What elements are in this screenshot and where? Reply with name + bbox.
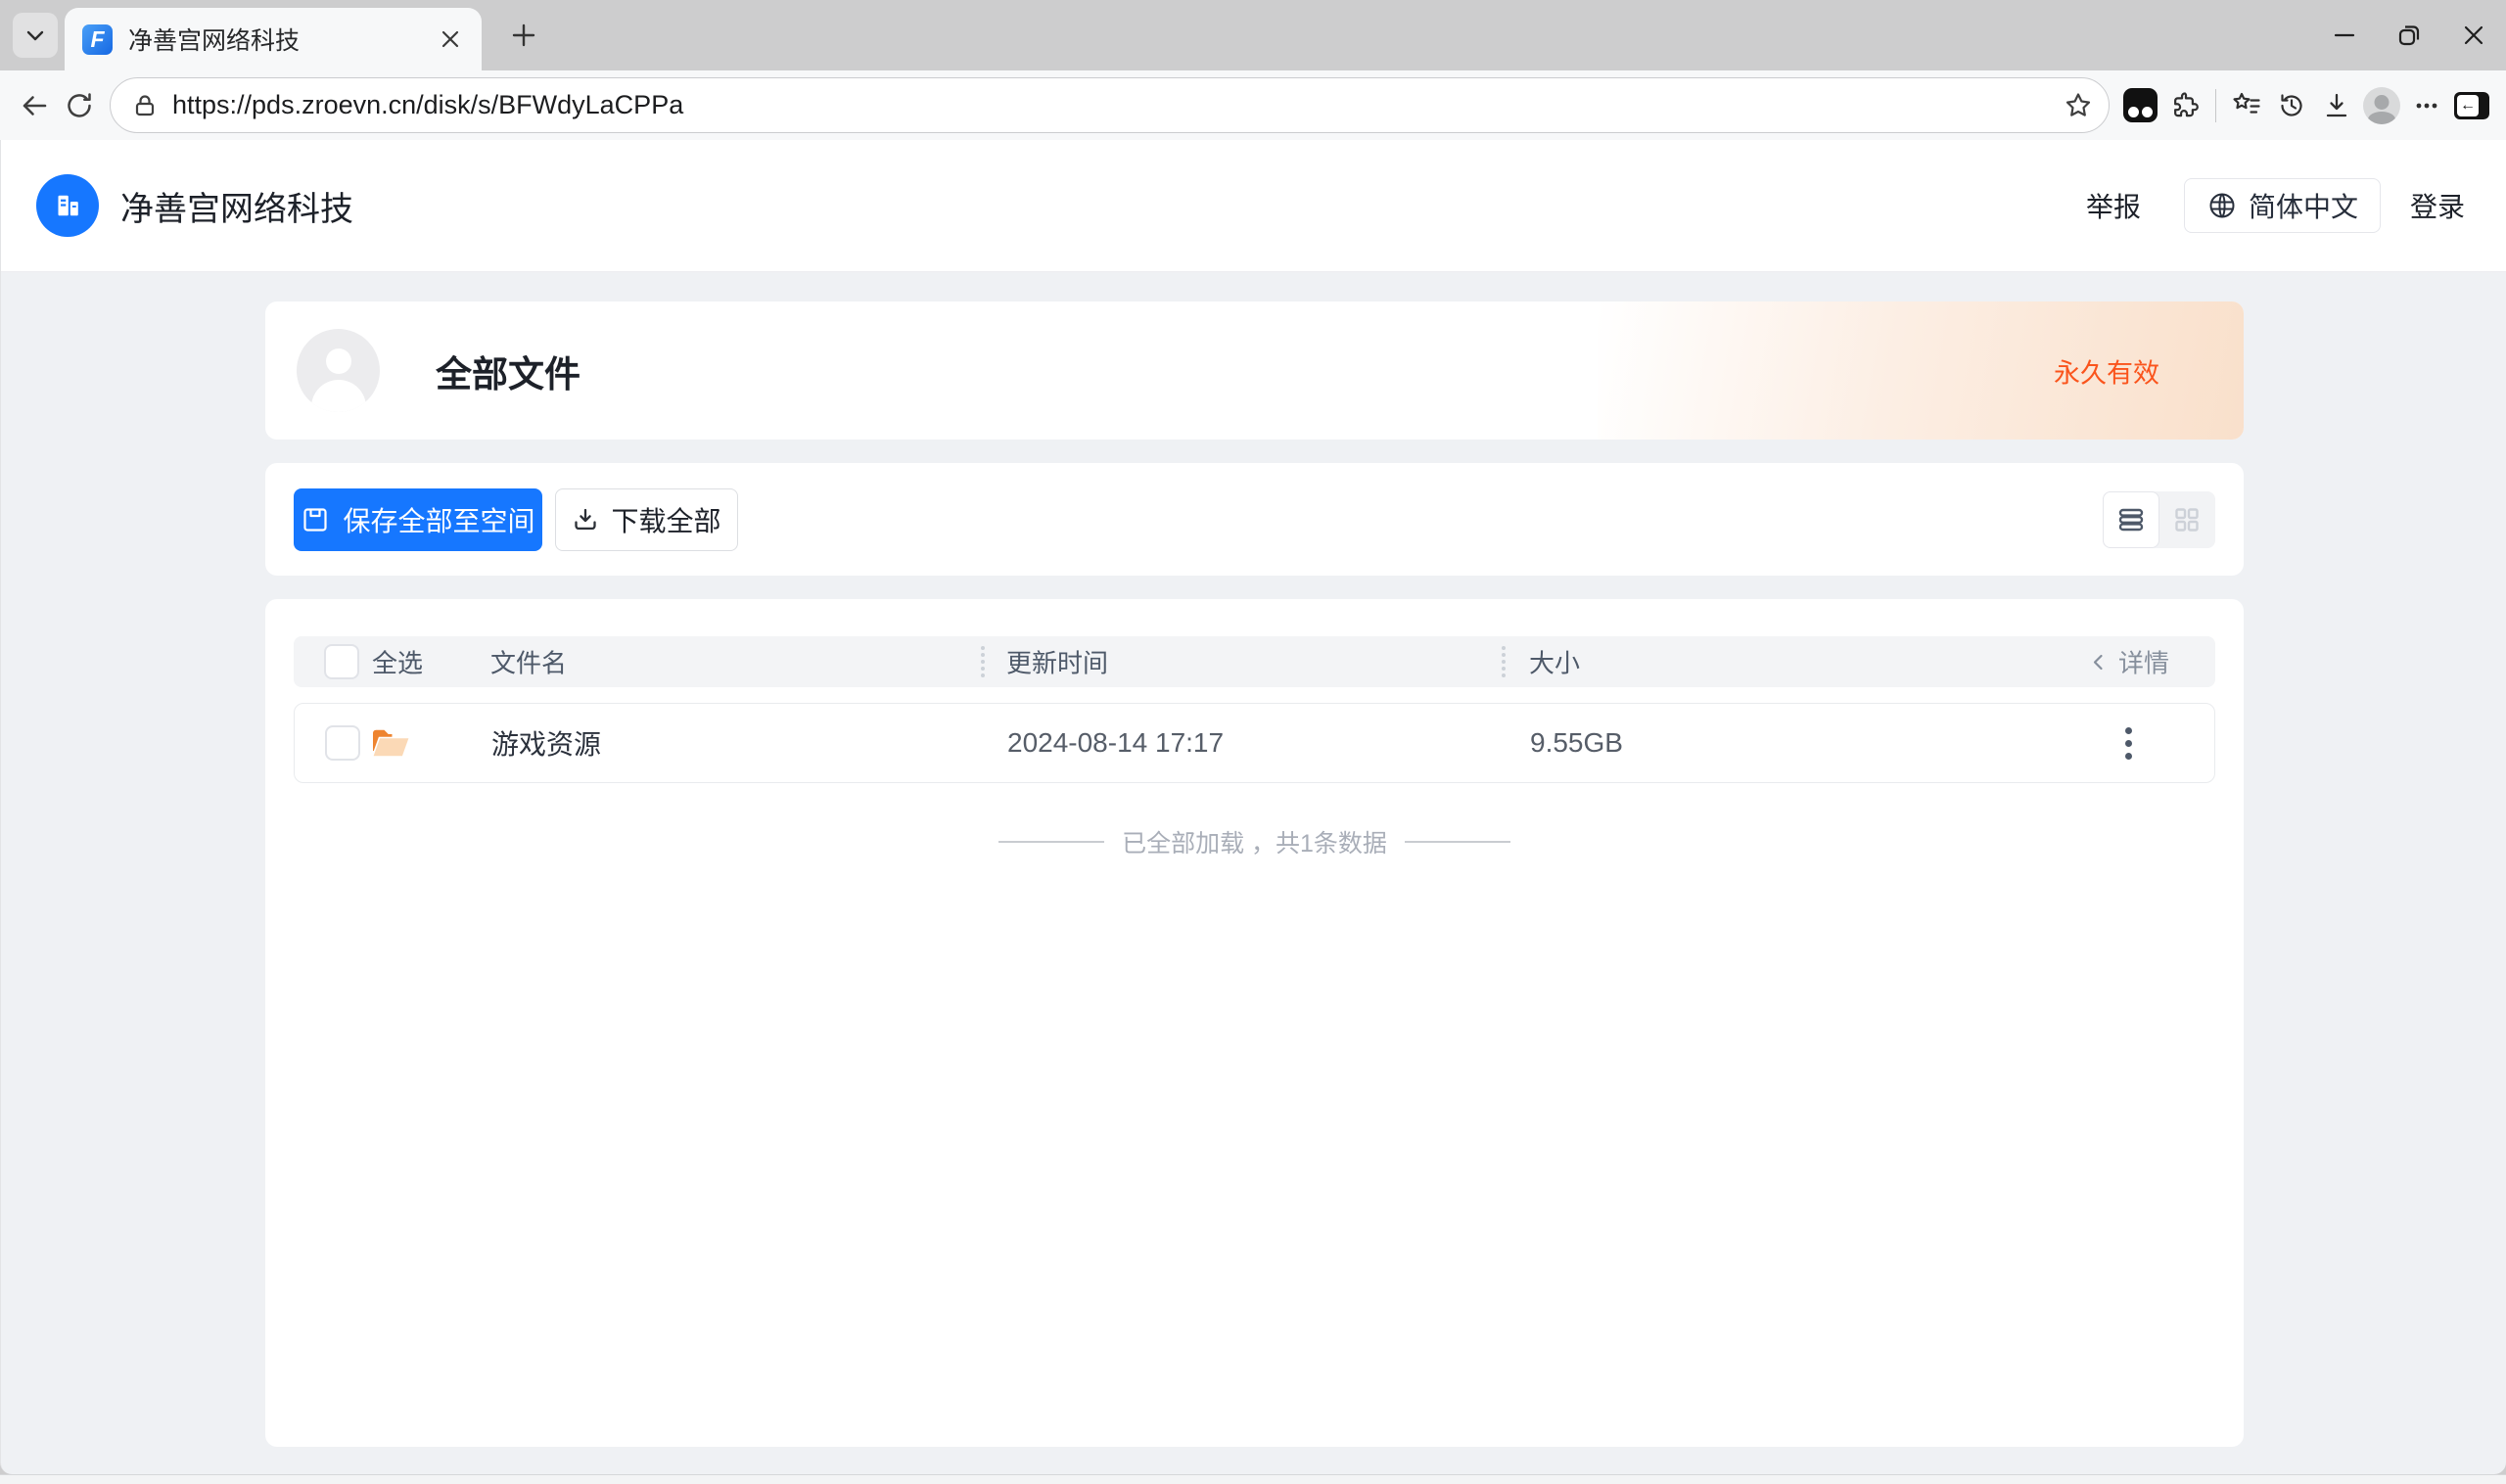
browser-tab[interactable]: F 净善宫网络科技 [65, 8, 482, 70]
details-label: 详情 [2118, 644, 2169, 680]
sharer-avatar [297, 329, 380, 412]
view-toggle [2103, 491, 2215, 548]
save-all-label: 保存全部至空间 [343, 500, 534, 539]
brand-title: 净善宫网络科技 [120, 182, 353, 230]
minimize-button[interactable] [2312, 0, 2377, 70]
tab-search-button[interactable] [13, 13, 58, 58]
history-button[interactable] [2269, 83, 2314, 128]
sidebar-button[interactable]: ← [2449, 83, 2494, 128]
grid-view-button[interactable] [2159, 491, 2215, 548]
back-arrow-icon [19, 90, 50, 121]
list-view-icon [2116, 505, 2146, 534]
close-icon [440, 28, 461, 50]
favorites-list-icon [2231, 90, 2262, 121]
column-resize-handle[interactable] [981, 646, 985, 677]
ellipsis-icon [2412, 91, 2441, 120]
browser-toolbar: https://pds.zroevn.cn/disk/s/BFWdyLaCPPa [0, 70, 2506, 140]
downloads-button[interactable] [2314, 83, 2359, 128]
puzzle-icon [2169, 90, 2201, 121]
browser-titlebar: F 净善宫网络科技 [0, 0, 2506, 70]
window-bottom-edge [0, 1474, 2506, 1484]
restore-button[interactable] [2377, 0, 2441, 70]
select-all-label: 全选 [372, 644, 423, 680]
site-logo [36, 174, 99, 237]
sidebar-icon: ← [2454, 92, 2489, 119]
site-header: 净善宫网络科技 举报 简体中文 登录 [1, 140, 2506, 272]
chevron-left-icon [2088, 651, 2110, 672]
refresh-icon [65, 91, 94, 120]
validity-badge: 永久有效 [2054, 351, 2159, 390]
language-button[interactable]: 简体中文 [2184, 178, 2381, 233]
download-icon [2321, 90, 2352, 121]
file-name: 游戏资源 [491, 723, 601, 763]
close-icon [2460, 22, 2487, 49]
folder-icon [369, 725, 412, 761]
save-all-button[interactable]: 保存全部至空间 [294, 488, 542, 551]
extension-shortcut-button[interactable] [2117, 83, 2162, 128]
file-updated: 2024-08-14 17:17 [1007, 727, 1224, 759]
plus-icon [510, 22, 537, 49]
back-button[interactable] [12, 83, 57, 128]
load-status-text: 已全部加载 ，共1条数据 [1122, 824, 1387, 859]
language-label: 简体中文 [2249, 186, 2358, 225]
details-toggle[interactable]: 详情 [2088, 644, 2169, 680]
settings-menu-button[interactable] [2404, 83, 2449, 128]
minimize-icon [2331, 22, 2358, 49]
chevron-down-icon [23, 23, 47, 47]
refresh-button[interactable] [57, 83, 102, 128]
star-icon [2064, 91, 2093, 120]
url-text[interactable]: https://pds.zroevn.cn/disk/s/BFWdyLaCPPa [172, 90, 2056, 120]
share-info-card: 全部文件 永久有效 [265, 301, 2244, 440]
column-updated: 更新时间 [1006, 644, 1108, 680]
share-title: 全部文件 [436, 345, 580, 397]
file-row[interactable]: 游戏资源 2024-08-14 17:17 9.55GB [294, 703, 2215, 783]
history-icon [2276, 90, 2307, 121]
column-size: 大小 [1529, 644, 1580, 680]
column-resize-handle[interactable] [1502, 646, 1506, 677]
row-menu-button[interactable] [2112, 719, 2145, 766]
toolbar-divider [2215, 89, 2216, 122]
report-link[interactable]: 举报 [2086, 186, 2141, 225]
download-all-button[interactable]: 下载全部 [555, 488, 738, 551]
select-all-checkbox[interactable] [324, 644, 359, 679]
browser-window: F 净善宫网络科技 [0, 0, 2506, 1484]
tab-close-button[interactable] [433, 22, 468, 57]
download-all-label: 下载全部 [611, 500, 720, 539]
favorites-button[interactable] [2224, 83, 2269, 128]
web-page: 净善宫网络科技 举报 简体中文 登录 全部文件 永久有效 [0, 140, 2506, 1474]
file-list-card: 全选 文件名 更新时间 大小 详情 游戏资 [265, 599, 2244, 1447]
download-icon [572, 506, 599, 533]
row-checkbox[interactable] [325, 725, 360, 761]
extensions-button[interactable] [2162, 83, 2207, 128]
load-status: 已全部加载 ，共1条数据 [294, 824, 2215, 859]
list-view-button[interactable] [2103, 491, 2159, 548]
favicon-icon: F [82, 24, 113, 55]
restore-icon [2395, 22, 2423, 49]
save-icon [301, 505, 330, 534]
column-name: 文件名 [490, 644, 567, 680]
grid-view-icon [2172, 505, 2202, 534]
profile-button[interactable] [2359, 83, 2404, 128]
table-header: 全选 文件名 更新时间 大小 详情 [294, 636, 2215, 687]
file-size: 9.55GB [1530, 727, 1623, 759]
profile-avatar-icon [2363, 87, 2400, 124]
login-link[interactable]: 登录 [2410, 186, 2465, 225]
new-tab-button[interactable] [501, 13, 546, 58]
lock-icon [132, 93, 158, 118]
actions-card: 保存全部至空间 下载全部 [265, 463, 2244, 576]
globe-icon [2206, 190, 2238, 221]
buildings-logo-icon [49, 187, 86, 224]
favorite-star-button[interactable] [2056, 83, 2101, 128]
extension-black-icon [2123, 88, 2158, 122]
address-bar[interactable]: https://pds.zroevn.cn/disk/s/BFWdyLaCPPa [110, 77, 2110, 133]
close-window-button[interactable] [2441, 0, 2506, 70]
tab-title: 净善宫网络科技 [128, 22, 433, 57]
